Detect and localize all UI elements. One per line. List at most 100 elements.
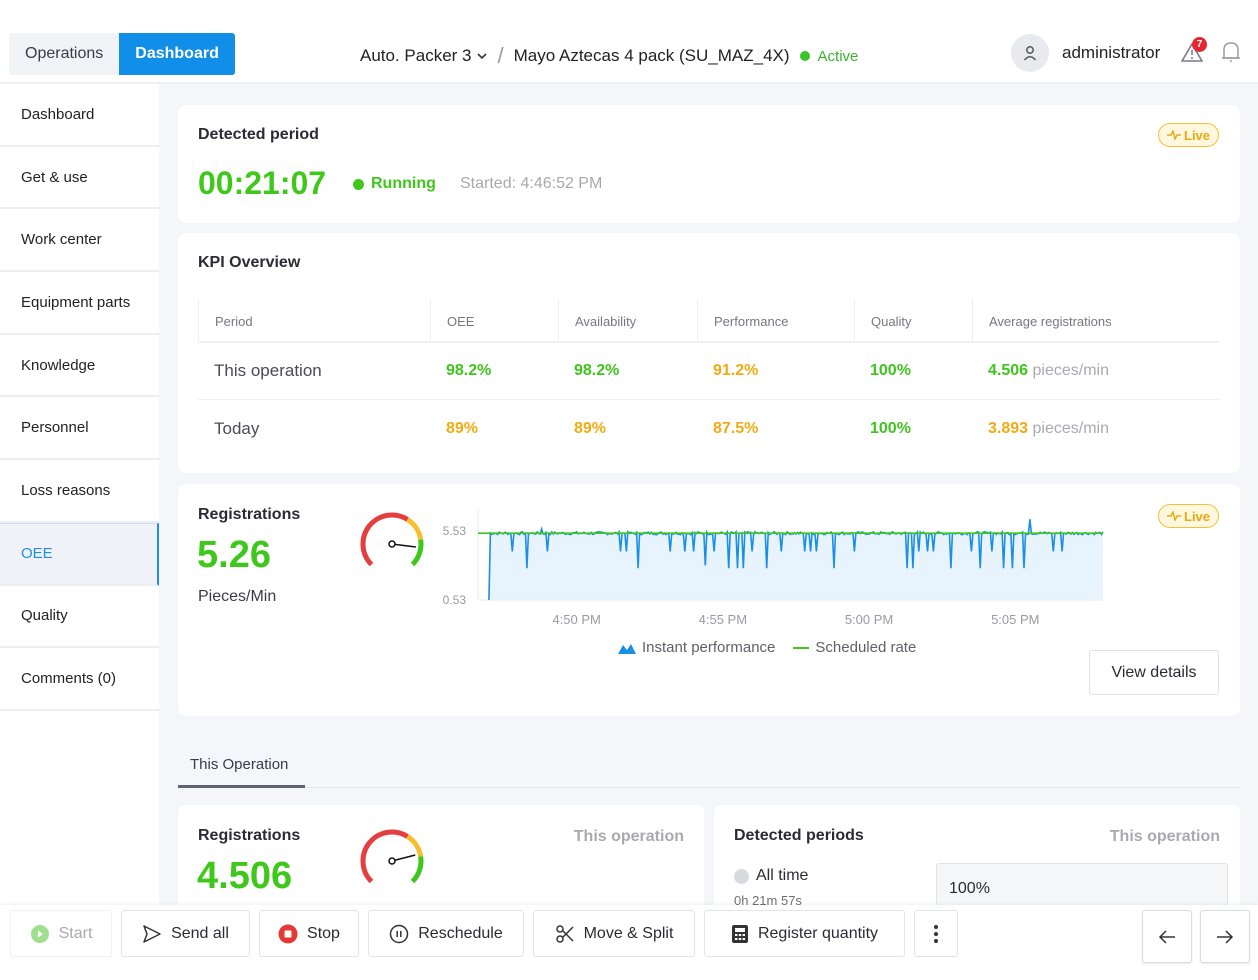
radio-button[interactable] [734, 868, 749, 884]
machine-selector[interactable]: Auto. Packer 3 [360, 46, 488, 66]
gauge-green-segment [410, 539, 424, 567]
scissors-icon [555, 924, 574, 943]
send-icon [143, 924, 161, 943]
sidebar-item-loss-reasons[interactable]: Loss reasons [0, 460, 159, 523]
breadcrumb-separator: / [497, 43, 504, 68]
registrations-unit: Pieces/Min [198, 588, 277, 605]
x-tick-label: 5:05 PM [991, 612, 1039, 627]
sidebar-item-oee[interactable]: OEE [0, 522, 159, 586]
column-header-performance: Performance [698, 299, 855, 343]
gauge-red-segment [360, 829, 409, 884]
tab-divider [178, 787, 1240, 788]
legend-item-scheduled[interactable]: Scheduled rate [793, 639, 916, 656]
live-label: Live [1184, 508, 1211, 524]
register-quantity-button[interactable]: Register quantity [704, 910, 905, 957]
sidebar-item-personnel[interactable]: Personnel [0, 397, 159, 461]
next-button[interactable] [1200, 910, 1250, 963]
active-tab-indicator [178, 785, 305, 788]
sidebar-item-work-center[interactable]: Work center [0, 209, 159, 273]
avg-unit: pieces/min [1032, 362, 1109, 379]
app-root: Operations Dashboard Auto. Packer 3 / Ma… [0, 0, 1258, 980]
avatar[interactable] [1011, 34, 1049, 72]
operations-tab[interactable]: Operations [9, 33, 120, 75]
gauge-green-segment [410, 856, 424, 884]
button-label: Move & Split [583, 924, 674, 942]
move-split-button[interactable]: Move & Split [533, 910, 695, 957]
column-header-availability: Availability [559, 299, 698, 343]
cell-quality: 100% [870, 362, 911, 379]
breadcrumb: Auto. Packer 3 / Mayo Aztecas 4 pack (SU… [360, 43, 858, 69]
sidebar-item-comments[interactable]: Comments (0) [0, 648, 159, 711]
notifications-button[interactable] [1220, 40, 1244, 66]
registrations-title: Registrations [198, 827, 301, 844]
line-series-icon [793, 646, 810, 649]
cell-performance: 91.2% [713, 362, 759, 379]
status-label: Active [817, 47, 859, 65]
card-title: Detected period [198, 126, 319, 143]
sidebar-item-knowledge[interactable]: Knowledge [0, 335, 159, 398]
user-menu: administrator [1011, 34, 1160, 72]
action-toolbar: Start Send all Stop Reschedule Move & Sp… [0, 905, 1258, 980]
more-actions-button[interactable] [914, 910, 958, 957]
sidebar-item-get-use[interactable]: Get & use [0, 147, 159, 210]
period-option-all-time[interactable]: All time [734, 867, 808, 885]
cell-avg-registrations: 4.506 pieces/min [972, 362, 1219, 380]
registrations-card: Registrations 5.26 Pieces/Min 5.53 0.53 4:… [178, 484, 1240, 716]
card-title: Detected periods [734, 827, 864, 844]
gauge-pivot [388, 540, 396, 548]
kpi-table-header: Period OEE Availability Performance Qual… [198, 299, 1219, 343]
column-header-period: Period [199, 299, 431, 343]
calculator-icon [731, 924, 748, 943]
legend-label: Scheduled rate [815, 639, 917, 656]
cell-period: This operation [214, 361, 322, 380]
order-name[interactable]: Mayo Aztecas 4 pack (SU_MAZ_4X) [514, 46, 790, 66]
registrations-title: Registrations [198, 506, 301, 523]
alerts-button[interactable]: 7 [1180, 37, 1207, 66]
period-option-label: All time [756, 867, 809, 884]
table-row: Today 89% 89% 87.5% 100% 3.893 pieces/mi… [198, 400, 1219, 457]
send-all-button[interactable]: Send all [121, 910, 250, 957]
legend-item-instant[interactable]: Instant performance [618, 639, 775, 656]
table-row: This operation 98.2% 98.2% 91.2% 100% 4.… [198, 343, 1219, 400]
previous-button[interactable] [1142, 910, 1192, 963]
x-tick-label: 4:55 PM [699, 612, 747, 627]
view-details-button[interactable]: View details [1089, 650, 1219, 695]
column-header-oee: OEE [431, 299, 559, 343]
sidebar: Dashboard Get & use Work center Equipmen… [0, 84, 159, 914]
stop-icon [278, 924, 298, 943]
legend-label: Instant performance [642, 639, 776, 656]
cell-period: Today [214, 418, 260, 438]
live-badge: Live [1158, 504, 1220, 528]
reschedule-button[interactable]: Reschedule [368, 910, 524, 957]
play-icon [30, 924, 49, 943]
gauge-yellow-segment [406, 517, 424, 541]
rate-gauge [360, 512, 424, 567]
start-button[interactable]: Start [10, 910, 112, 957]
more-vertical-icon [934, 924, 938, 943]
chevron-down-icon [476, 53, 487, 60]
x-tick-label: 5:00 PM [845, 612, 893, 627]
main-content: Detected period Live 00:21:07 Running St… [159, 84, 1258, 914]
cell-performance: 87.5% [713, 419, 759, 437]
dashboard-tab[interactable]: Dashboard [119, 33, 235, 75]
kpi-overview-card: KPI Overview Period OEE Availability Per… [178, 233, 1240, 473]
arrow-right-icon [1217, 929, 1234, 944]
button-label: Stop [307, 924, 340, 942]
sidebar-item-equipment-parts[interactable]: Equipment parts [0, 272, 159, 335]
avg-unit: pieces/min [1032, 419, 1109, 437]
pause-icon [390, 924, 409, 943]
username[interactable]: administrator [1062, 43, 1160, 63]
cell-oee: 89% [446, 419, 479, 437]
x-tick-label: 4:50 PM [552, 612, 600, 627]
running-label: Running [371, 175, 436, 192]
avg-value: 4.506 [988, 362, 1029, 379]
sidebar-item-dashboard[interactable]: Dashboard [0, 84, 159, 147]
kpi-table: Period OEE Availability Performance Qual… [198, 299, 1219, 457]
stop-button[interactable]: Stop [259, 910, 359, 957]
button-label: Start [58, 924, 93, 942]
scope-label: This operation [1109, 828, 1220, 845]
cell-availability: 89% [574, 419, 607, 437]
running-status: Running [353, 175, 436, 193]
column-header-avg-registrations: Average registrations [989, 313, 1112, 329]
sidebar-item-quality[interactable]: Quality [0, 586, 159, 649]
